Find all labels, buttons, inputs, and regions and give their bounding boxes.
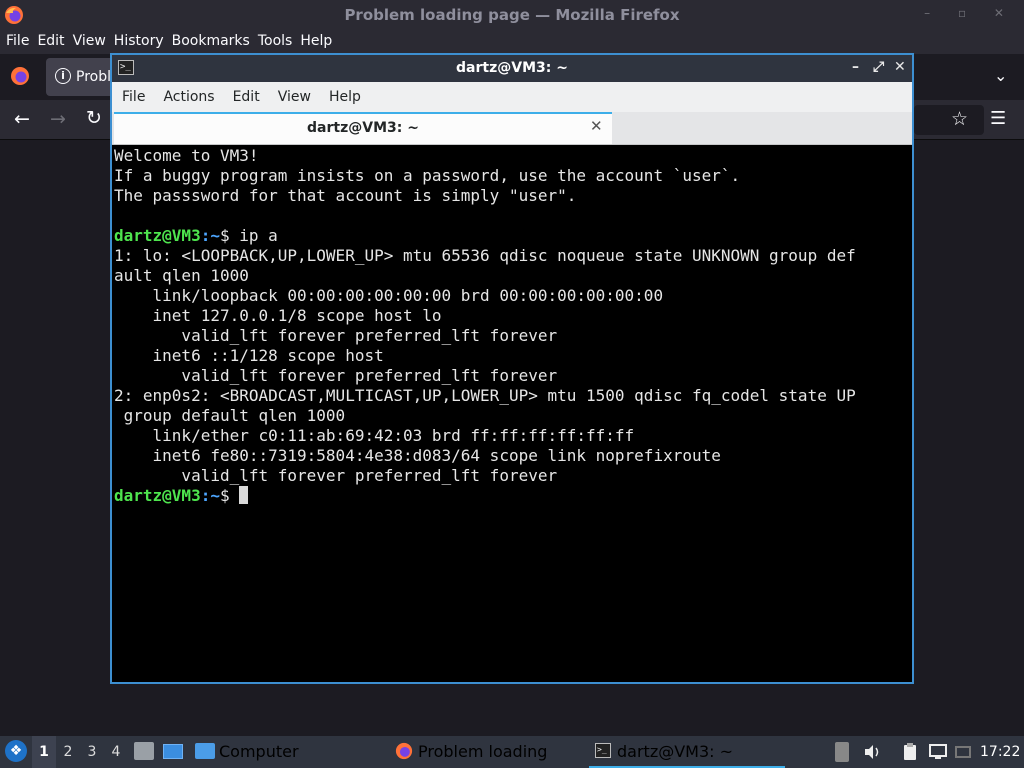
- terminal-line: If a buggy program insists on a password…: [114, 166, 912, 186]
- terminal-line: inet6 ::1/128 scope host: [114, 346, 912, 366]
- terminal-line: group default qlen 1000: [114, 406, 912, 426]
- terminal-line-text: $: [219, 486, 240, 505]
- terminal-line-text: inet6 ::1/128 scope host: [114, 346, 384, 365]
- terminal-output[interactable]: Welcome to VM3! If a buggy program insist…: [112, 145, 912, 682]
- terminal-line: ault qlen 1000: [114, 266, 912, 286]
- terminal-line: 2: enp0s2: <BROADCAST,MULTICAST,UP,LOWER…: [114, 386, 912, 406]
- terminal-line: dartz@VM3:~$ ip a: [114, 226, 912, 246]
- forward-icon[interactable]: →: [50, 108, 66, 130]
- desktop-icon[interactable]: [163, 744, 183, 759]
- clipboard-icon[interactable]: [900, 742, 920, 762]
- minimize-icon[interactable]: –: [852, 59, 859, 75]
- workspace-1[interactable]: 1: [32, 736, 56, 768]
- terminal-line: valid_lft forever preferred_lft forever: [114, 366, 912, 386]
- prompt-user: dartz@VM3: [114, 226, 201, 245]
- volume-icon[interactable]: [862, 742, 882, 762]
- firefox-icon: [5, 6, 23, 24]
- terminal-line-text: link/ether c0:11:ab:69:42:03 brd ff:ff:f…: [114, 426, 635, 445]
- maximize-icon[interactable]: ⤢: [873, 59, 884, 75]
- terminal-line-text: valid_lft forever preferred_lft forever: [114, 326, 558, 345]
- terminal-line-text: inet 127.0.0.1/8 scope host lo: [114, 306, 442, 325]
- terminal-line: Welcome to VM3!: [114, 146, 912, 166]
- terminal-line: dartz@VM3:~$: [114, 486, 912, 506]
- term-menu-view[interactable]: View: [269, 82, 320, 112]
- workspace-2[interactable]: 2: [56, 736, 80, 768]
- terminal-line: valid_lft forever preferred_lft forever: [114, 326, 912, 346]
- ff-menu-view[interactable]: View: [69, 30, 110, 52]
- terminal-line: inet 127.0.0.1/8 scope host lo: [114, 306, 912, 326]
- term-menu-edit[interactable]: Edit: [224, 82, 269, 112]
- terminal-line-text: The passsword for that account is simply…: [114, 186, 577, 205]
- prompt-path: :~: [200, 486, 220, 505]
- firefox-titlebar: Problem loading page — Mozilla Firefox: [0, 0, 1024, 30]
- clock: 17:22: [980, 744, 1021, 760]
- terminal-line: 1: lo: <LOOPBACK,UP,LOWER_UP> mtu 65536 …: [114, 246, 912, 266]
- terminal-window-title: dartz@VM3: ~: [456, 60, 568, 76]
- ff-menu-file[interactable]: File: [0, 30, 33, 52]
- terminal-icon: >_: [118, 60, 134, 75]
- terminal-titlebar[interactable]: dartz@VM3: ~: [112, 55, 912, 82]
- firefox-view-icon[interactable]: [10, 66, 30, 86]
- terminal-line-text: group default qlen 1000: [114, 406, 346, 425]
- terminal-line-text: valid_lft forever preferred_lft forever: [114, 366, 558, 385]
- firefox-menubar: File Edit View History Bookmarks Tools Help: [0, 30, 1024, 54]
- term-menu-actions[interactable]: Actions: [154, 82, 223, 112]
- terminal-line-text: inet6 fe80::7319:5804:4e38:d083/64 scope…: [114, 446, 721, 465]
- menu-icon[interactable]: ☰: [990, 108, 1006, 129]
- workspace-4[interactable]: 4: [104, 736, 128, 768]
- ff-menu-help[interactable]: Help: [296, 30, 336, 52]
- firefox-tab-title: Probl: [76, 69, 111, 85]
- terminal-line: link/ether c0:11:ab:69:42:03 brd ff:ff:f…: [114, 426, 912, 446]
- terminal-line-text: Welcome to VM3!: [114, 146, 259, 165]
- star-icon[interactable]: ☆: [951, 108, 968, 130]
- term-menu-file[interactable]: File: [112, 82, 154, 112]
- terminal-line: The passsword for that account is simply…: [114, 186, 912, 206]
- terminal-window: dartz@VM3: ~ >_ – ⤢ ✕ File Actions Edit Vie…: [110, 53, 914, 684]
- terminal-line-text: ault qlen 1000: [114, 266, 249, 285]
- firefox-window-title: Problem loading page — Mozilla Firefox: [344, 6, 680, 24]
- terminal-line-text: valid_lft forever preferred_lft forever: [114, 466, 558, 485]
- term-menu-help[interactable]: Help: [320, 82, 370, 112]
- close-icon[interactable]: ✕: [894, 59, 906, 75]
- task-terminal-label: dartz@VM3: ~: [617, 742, 734, 761]
- ff-menu-history[interactable]: History: [110, 30, 168, 52]
- terminal-line-text: 1: lo: <LOOPBACK,UP,LOWER_UP> mtu 65536 …: [114, 246, 856, 265]
- network-icon[interactable]: [953, 742, 973, 762]
- tab-close-icon[interactable]: ✕: [590, 117, 603, 135]
- terminal-line-text: $ ip a: [219, 226, 278, 245]
- task-terminal[interactable]: dartz@VM3: ~: [589, 736, 785, 768]
- terminal-line-text: If a buggy program insists on a password…: [114, 166, 741, 185]
- task-computer[interactable]: Computer: [193, 736, 299, 768]
- terminal-tab[interactable]: dartz@VM3: ~: [114, 112, 612, 144]
- terminal-cursor: [239, 486, 249, 504]
- terminal-menubar: File Actions Edit View Help: [112, 82, 912, 112]
- terminal-line: link/loopback 00:00:00:00:00:00 brd 00:0…: [114, 286, 912, 306]
- workspace-3[interactable]: 3: [80, 736, 104, 768]
- start-menu-icon[interactable]: ❖: [5, 740, 27, 762]
- prompt-user: dartz@VM3: [114, 486, 201, 505]
- prompt-path: :~: [200, 226, 220, 245]
- firefox-window-controls[interactable]: – ▫ ✕: [924, 6, 1016, 20]
- terminal-line-text: 2: enp0s2: <BROADCAST,MULTICAST,UP,LOWER…: [114, 386, 856, 405]
- url-bar[interactable]: [914, 105, 984, 135]
- ff-menu-bookmarks[interactable]: Bookmarks: [168, 30, 254, 52]
- chevron-down-icon[interactable]: ⌄: [994, 66, 1007, 85]
- task-firefox[interactable]: Problem loading pag...: [392, 736, 582, 768]
- monitor-icon[interactable]: [928, 742, 948, 762]
- task-computer-label: Computer: [219, 742, 299, 761]
- terminal-line-text: link/loopback 00:00:00:00:00:00 brd 00:0…: [114, 286, 664, 305]
- terminal-line: inet6 fe80::7319:5804:4e38:d083/64 scope…: [114, 446, 912, 466]
- reload-icon[interactable]: ↻: [86, 107, 102, 129]
- task-firefox-label: Problem loading pag...: [418, 742, 548, 761]
- ff-menu-tools[interactable]: Tools: [254, 30, 297, 52]
- tray-app-icon[interactable]: [835, 742, 849, 762]
- ff-menu-edit[interactable]: Edit: [33, 30, 68, 52]
- files-icon[interactable]: [134, 742, 154, 760]
- terminal-tab-title: dartz@VM3: ~: [307, 120, 419, 136]
- info-icon: i: [55, 68, 71, 84]
- back-icon[interactable]: ←: [14, 108, 30, 130]
- terminal-line: valid_lft forever preferred_lft forever: [114, 466, 912, 486]
